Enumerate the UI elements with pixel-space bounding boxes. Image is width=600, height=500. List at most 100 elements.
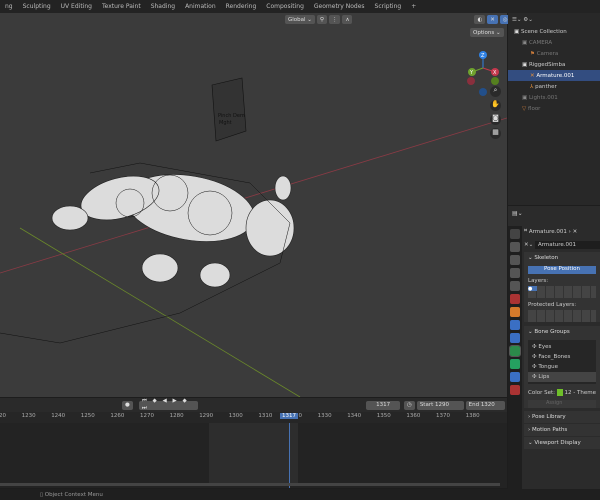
hand-pan-icon[interactable]: ✋ <box>490 100 501 111</box>
display-mode-icon[interactable]: ☰⌄ <box>512 17 522 23</box>
outliner-tree: ▣ Scene Collection ▣ CAMERA ⚑ Camera ▣ Rigg… <box>508 26 600 114</box>
outliner-item-label: Lights.001 <box>528 94 558 101</box>
pivot-dropdown[interactable]: ⚲ <box>316 15 327 24</box>
grid-icon[interactable]: ▦ <box>490 128 501 139</box>
workspace-tab[interactable]: + <box>406 3 421 10</box>
workspace-tab[interactable]: Geometry Nodes <box>309 3 370 10</box>
outliner-item[interactable]: ▣ CAMERA <box>508 37 600 48</box>
timeline-header: ● ⏮ ◆ ◀ ▶ ◆ ⏭ 1317 ◷ Start 1290 End 1320 <box>0 398 507 412</box>
assign-button[interactable]: Assign <box>528 400 596 408</box>
current-frame-field[interactable]: 1317 <box>366 400 400 410</box>
bone-tab-icon[interactable] <box>510 359 520 369</box>
physics-tab-icon[interactable] <box>510 333 520 343</box>
bone-group-item[interactable]: ✣ Eyes <box>528 342 596 352</box>
motion-paths-panel[interactable]: › Motion Paths <box>524 424 600 436</box>
frame-ruler[interactable]: 1220 1230 1240 1250 1260 1270 1280 1290 1300 1310… <box>0 412 507 423</box>
snap-toggle[interactable]: ⋮ <box>328 15 341 24</box>
constraint-tab-icon[interactable] <box>510 372 520 382</box>
sign-text: Pinch Dem <box>218 113 245 119</box>
layers-grid[interactable]: ● <box>528 286 596 298</box>
outliner-item-icon: ▣ <box>522 61 528 68</box>
outliner-item[interactable]: ▣ Lights.001 <box>508 92 600 103</box>
skeleton-panel: ⌄ Skeleton Pose Position Layers: ● Prote… <box>524 252 600 322</box>
outliner-item[interactable]: ⚑ Camera <box>508 48 600 59</box>
sign-board <box>211 77 247 142</box>
pose-library-panel[interactable]: › Pose Library <box>524 411 600 423</box>
color-set-dropdown[interactable]: 12 - Theme <box>565 390 596 396</box>
timeline-scrollbar[interactable] <box>0 483 500 486</box>
workspace-tab[interactable]: Shading <box>146 3 180 10</box>
protected-layers-grid[interactable] <box>528 310 596 322</box>
workspace-tab[interactable]: Texture Paint <box>97 3 146 10</box>
view-layer-tab-icon[interactable] <box>510 268 520 278</box>
camera-icon[interactable]: ◙ <box>490 114 501 125</box>
proportional-toggle[interactable]: ∧ <box>342 15 353 24</box>
bone-group-icon: ✣ <box>532 364 537 370</box>
outliner-item[interactable]: ▣ RiggedSimba <box>508 59 600 70</box>
skeleton-panel-header[interactable]: ⌄ Skeleton <box>524 252 600 264</box>
tool-tab-icon[interactable] <box>510 229 520 239</box>
options-button[interactable]: Options ⌄ <box>470 28 504 37</box>
ruler-tick: 1270 <box>140 413 154 419</box>
workspace-tab[interactable]: ng <box>0 3 18 10</box>
workspace-tab[interactable]: Compositing <box>261 3 309 10</box>
outliner-item-label: floor <box>527 105 541 112</box>
render-tab-icon[interactable] <box>510 242 520 252</box>
bone-group-icon: ✣ <box>532 354 537 360</box>
outliner-item-icon: ▣ <box>522 39 528 46</box>
gizmo-toggle[interactable]: ✕ <box>487 15 498 24</box>
outliner-item-label: Camera <box>536 50 559 57</box>
ruler-tick: 1350 <box>376 413 391 419</box>
workspace-tab[interactable]: Sculpting <box>18 3 56 10</box>
bone-group-item[interactable]: ✣ Tongue <box>528 362 596 372</box>
status-bar: ▯ Object Context Menu <box>0 489 600 500</box>
filter-icon[interactable]: ⚙⌄ <box>523 17 533 23</box>
workspace-tab[interactable]: UV Editing <box>56 3 97 10</box>
zoom-icon[interactable]: ⌕ <box>490 86 501 97</box>
outliner-item[interactable]: ▣ Scene Collection <box>508 26 600 37</box>
outliner-item[interactable]: ▽ floor <box>508 103 600 114</box>
bone-group-label: Tongue <box>538 364 558 370</box>
end-frame-field[interactable]: End 1320 <box>465 400 505 410</box>
texture-tab-icon[interactable] <box>510 385 520 395</box>
world-tab-icon[interactable] <box>510 294 520 304</box>
properties-tabs <box>508 226 522 489</box>
frame-range-highlight <box>209 423 298 486</box>
color-swatch-icon <box>556 389 563 396</box>
orientation-dropdown[interactable]: Global ⌄ <box>285 15 315 24</box>
lion-model <box>51 174 295 288</box>
start-frame-field[interactable]: Start 1290 <box>416 400 464 410</box>
outliner-item[interactable]: ⅄ panther <box>508 81 600 92</box>
output-tab-icon[interactable] <box>510 255 520 265</box>
viewport-display-panel[interactable]: ⌄ Viewport Display <box>524 437 600 449</box>
orientation-label: Global <box>288 16 306 23</box>
svg-text:Z: Z <box>481 53 485 59</box>
bone-group-item[interactable]: ✣ Lips <box>528 372 596 382</box>
ruler-tick: 1370 <box>436 413 450 419</box>
ruler-tick: 1360 <box>406 413 421 419</box>
workspace-tab[interactable]: Scripting <box>370 3 407 10</box>
modifier-tab-icon[interactable] <box>510 320 520 330</box>
x-axis-line <box>0 117 507 274</box>
playback-controls[interactable]: ⏮ ◆ ◀ ▶ ◆ ⏭ <box>138 398 199 411</box>
record-button[interactable]: ● <box>122 400 133 410</box>
bone-groups-list: ✣ Eyes ✣ Face_Bones ✣ Tongue ✣ Lips <box>528 340 596 384</box>
armature-data-selector[interactable]: ✕⌄ Armature.001 <box>524 239 600 250</box>
object-tab-icon[interactable] <box>510 307 520 317</box>
pose-position-button[interactable]: Pose Position <box>528 266 596 274</box>
bone-groups-header[interactable]: ⌄ Bone Groups <box>524 326 600 338</box>
playhead-line[interactable] <box>289 412 290 488</box>
stopwatch-icon[interactable]: ◷ <box>404 400 415 410</box>
3d-viewport[interactable]: Pinch Dem Mght <box>0 13 507 397</box>
playhead-frame-label[interactable]: 1317 <box>280 413 298 419</box>
bone-group-label: Lips <box>538 374 550 380</box>
editor-type-icon[interactable]: ▤⌄ <box>512 210 523 217</box>
armature-data-tab-icon[interactable] <box>509 345 521 357</box>
workspace-tab[interactable]: Rendering <box>221 3 262 10</box>
visibility-dropdown[interactable]: ◐ <box>474 15 486 24</box>
workspace-tab[interactable]: Animation <box>180 3 221 10</box>
scene-tab-icon[interactable] <box>510 281 520 291</box>
data-name-field[interactable]: Armature.001 <box>534 240 600 249</box>
bone-group-item[interactable]: ✣ Face_Bones <box>528 352 596 362</box>
outliner-item[interactable]: ✕ Armature.001 <box>508 70 600 81</box>
